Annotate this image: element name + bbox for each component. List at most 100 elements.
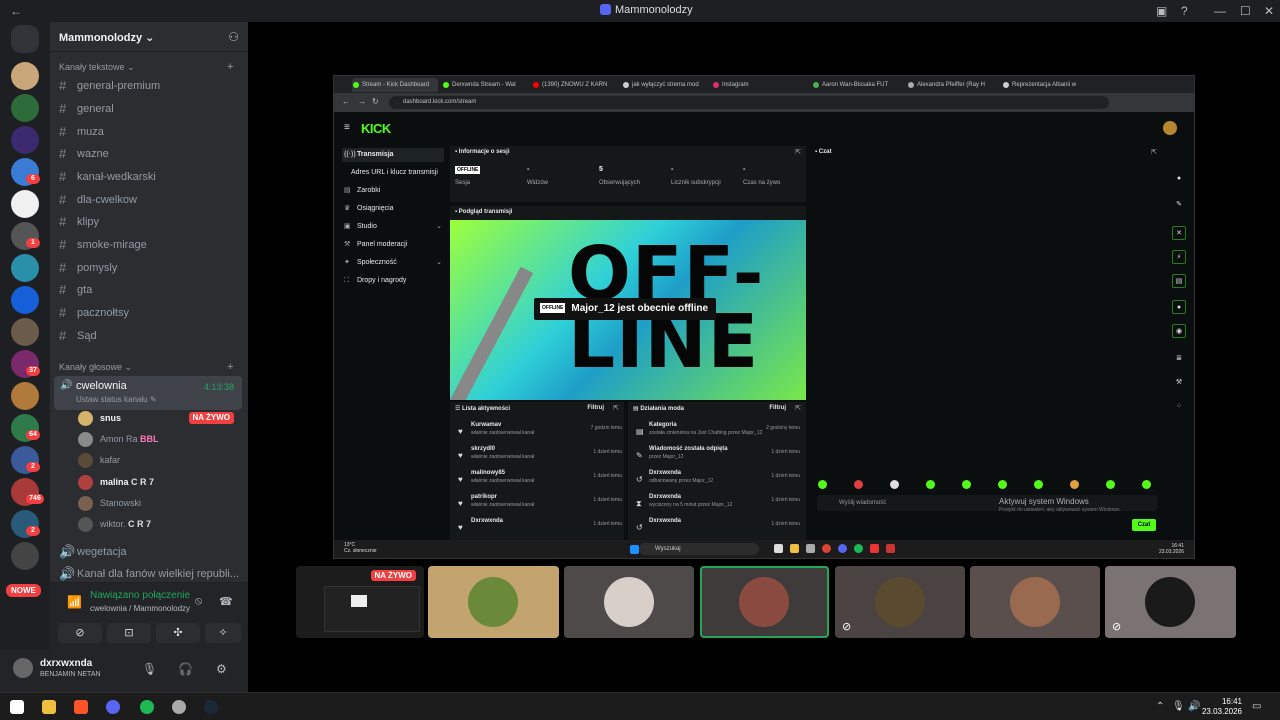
chevron-up-icon[interactable]: ⌃ <box>1156 701 1164 712</box>
channel-item[interactable]: # smoke-mirage <box>59 235 241 255</box>
chrome-icon[interactable] <box>822 544 831 553</box>
channel-item[interactable]: # pacznołtsy <box>59 303 241 323</box>
filter-button[interactable]: Filtruj <box>769 405 786 411</box>
voice-user[interactable]: snus NA ŻYWO <box>78 408 242 428</box>
screen-share-button[interactable]: ⊡ <box>107 623 151 643</box>
emote-icon[interactable] <box>1034 480 1043 489</box>
notification-icon[interactable]: ▭ <box>1252 701 1261 712</box>
nav-item-url-key[interactable]: Adres URL i klucz transmisji <box>336 166 448 180</box>
tool-icon[interactable]: ⚡ <box>1172 250 1186 264</box>
stream-preview[interactable]: OFF- LINE OFFLINE Major_12 jest obecnie of… <box>450 220 806 400</box>
browser-tab[interactable]: Stream - Kick Dashboard <box>352 78 438 92</box>
voice-user[interactable]: malina C R 7 <box>78 472 242 492</box>
browser-tab[interactable]: Aaron Wan-Bissaka FUT <box>812 78 898 92</box>
activities-button[interactable]: ✣ <box>156 623 200 643</box>
server-icon[interactable] <box>11 286 39 314</box>
camera-button[interactable]: ⊘ <box>58 623 102 643</box>
tool-icon[interactable]: ▤ <box>1172 274 1186 288</box>
app-icon[interactable] <box>172 700 186 714</box>
disconnect-icon[interactable]: ☎ <box>219 595 233 608</box>
voice-user[interactable]: Amon Ra BBL <box>78 429 242 449</box>
spotify-icon[interactable] <box>140 700 154 714</box>
file-explorer-icon[interactable] <box>42 700 56 714</box>
headphones-icon[interactable]: 🎧 <box>178 662 193 676</box>
server-icon[interactable] <box>11 94 39 122</box>
external-link-icon[interactable]: ⇱ <box>795 148 801 156</box>
server-icon[interactable] <box>11 318 39 346</box>
reload-icon[interactable]: ↻ <box>372 97 379 106</box>
browser-tab[interactable]: (1390) ZNOWU Z KARN <box>532 78 618 92</box>
browser-tab[interactable]: Alexandra Pfeiffer (Ray H <box>907 78 993 92</box>
external-link-icon[interactable]: ⇱ <box>1151 148 1157 156</box>
emote-icon[interactable] <box>998 480 1007 489</box>
browser-tab[interactable]: jak wyłączyć strema mod <box>622 78 708 92</box>
nav-item-community[interactable]: ✦ Społeczność ⌄ <box>342 256 444 270</box>
help-icon[interactable]: ? <box>1181 4 1188 18</box>
channel-status[interactable]: Ustaw status kanału ✎ <box>76 395 242 404</box>
close-button[interactable]: ✕ <box>1264 4 1274 18</box>
spotify-icon[interactable] <box>854 544 863 553</box>
back-icon[interactable]: ← <box>342 97 350 106</box>
task-view-icon[interactable] <box>774 544 783 553</box>
new-badge[interactable]: NOWE <box>6 584 41 597</box>
chat-bubble-icon[interactable]: ● <box>1172 300 1186 314</box>
participant-tile[interactable] <box>564 566 694 638</box>
server-icon[interactable] <box>11 62 39 90</box>
add-member-icon[interactable]: ⚇ <box>228 30 239 44</box>
discord-home-icon[interactable] <box>11 25 39 53</box>
browser-tab[interactable]: Instagram <box>712 78 798 92</box>
windows-start-icon[interactable] <box>630 545 639 554</box>
browser-tab[interactable]: Derxwnda Stream - Wat <box>442 78 528 92</box>
clock[interactable]: 16:41 23.03.2026 <box>1202 697 1242 717</box>
filter-button[interactable]: Filtruj <box>587 405 604 411</box>
nav-item-osiagniecia[interactable]: ♛ Osiągnięcia <box>342 202 444 216</box>
voice-user[interactable]: wiktor. C R 7 <box>78 514 242 534</box>
channel-item[interactable]: # gta <box>59 280 241 300</box>
server-icon[interactable] <box>11 126 39 154</box>
emote-icon[interactable] <box>1106 480 1115 489</box>
volume-icon[interactable]: 🔊 <box>1188 701 1200 712</box>
nav-item-transmisja[interactable]: ((·)) Transmisja <box>342 148 444 162</box>
tool-icon[interactable]: ✕ <box>1172 226 1186 240</box>
voice-channel-item[interactable]: 🔊 wegetacja <box>59 542 241 562</box>
channel-item[interactable]: # klipy <box>59 212 241 232</box>
participant-tile[interactable]: ⊘ <box>835 566 965 638</box>
voice-category[interactable]: Kanały głosowe ⌄ + <box>59 361 233 373</box>
shared-screen[interactable]: Stream - Kick Dashboard Derxwnda Stream … <box>333 75 1195 559</box>
avatar[interactable] <box>13 658 33 678</box>
channel-item[interactable]: # Sąd <box>59 326 241 346</box>
menu-icon[interactable]: ≡ <box>344 122 350 133</box>
list-icon[interactable]: ≣ <box>1172 352 1186 366</box>
wrench-icon[interactable]: ⚒ <box>1172 376 1186 390</box>
gear-icon[interactable]: ⚙ <box>216 662 227 676</box>
server-icon[interactable] <box>11 542 39 570</box>
voice-channel-item[interactable]: 🔊 Kanał dla fanów wielkiej republi... <box>59 564 241 584</box>
minimize-button[interactable]: — <box>1214 4 1226 18</box>
pen-icon[interactable]: ✎ <box>1172 198 1186 212</box>
channel-item[interactable]: # general-premium <box>59 76 241 96</box>
emote-icon[interactable] <box>926 480 935 489</box>
emote-icon[interactable] <box>818 480 827 489</box>
avatar[interactable] <box>1163 121 1177 135</box>
soundboard-button[interactable]: ✧ <box>205 623 241 643</box>
external-link-icon[interactable]: ⇱ <box>795 404 801 412</box>
discord-icon[interactable] <box>106 700 120 714</box>
windows-start-icon[interactable] <box>10 700 24 714</box>
voice-user[interactable]: kafar <box>78 450 242 470</box>
external-link-icon[interactable]: ⇱ <box>613 404 619 412</box>
signal-icon[interactable]: 📶 <box>67 595 82 609</box>
participant-tile-speaking[interactable] <box>700 566 829 638</box>
channel-item[interactable]: # dla-cwelkow <box>59 190 241 210</box>
screen-share-tile[interactable]: NA ŻYWO <box>296 566 424 638</box>
participant-tile[interactable] <box>970 566 1100 638</box>
nav-item-studio[interactable]: ▣ Studio ⌄ <box>342 220 444 234</box>
maximize-button[interactable]: ☐ <box>1240 4 1251 18</box>
folder-icon[interactable] <box>790 544 799 553</box>
weather-widget[interactable]: 13°C Cz. słonecznie <box>344 542 377 554</box>
remote-clock[interactable]: 16:41 23.03.2026 <box>1159 543 1184 555</box>
server-icon[interactable] <box>11 190 39 218</box>
kick-logo[interactable]: KICK <box>361 121 391 136</box>
nav-item-zarobki[interactable]: ▤ Zarobki <box>342 184 444 198</box>
channel-item[interactable]: # kanał-wedkarski <box>59 167 241 187</box>
url-input[interactable]: dashboard.kick.com/stream <box>389 96 1109 109</box>
